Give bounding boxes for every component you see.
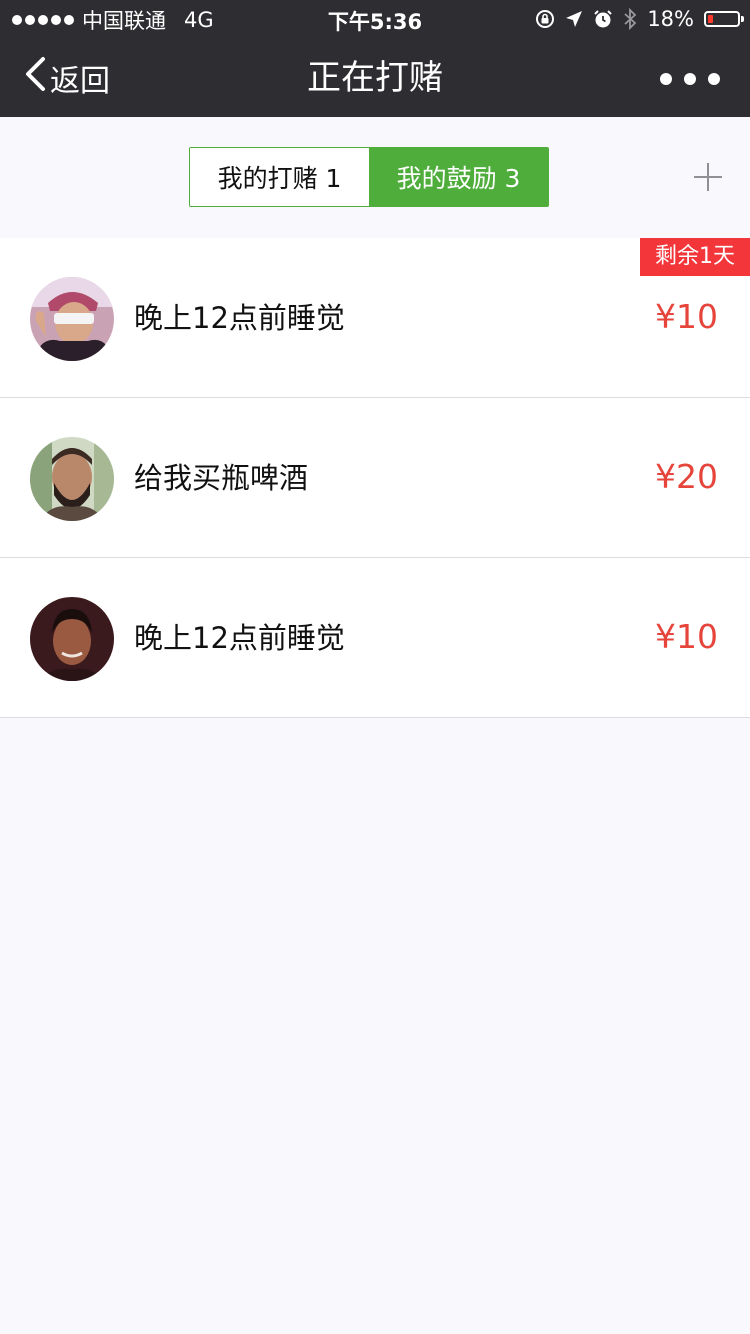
segment-area: 我的打赌 1 我的鼓励 3 bbox=[0, 117, 750, 238]
item-amount: ¥20 bbox=[655, 457, 718, 496]
bluetooth-icon bbox=[623, 8, 637, 30]
orientation-lock-icon bbox=[535, 9, 555, 29]
status-bar: 中国联通 4G 下午5:36 18% bbox=[0, 0, 750, 40]
bet-list: 晚上12点前睡觉 ¥10 剩余1天 给我买瓶啤酒 ¥20 晚上12点前睡觉 ¥1… bbox=[0, 238, 750, 718]
tab-my-encouragements[interactable]: 我的鼓励 3 bbox=[369, 148, 548, 206]
alarm-clock-icon bbox=[593, 9, 613, 29]
item-title: 晚上12点前睡觉 bbox=[134, 301, 345, 335]
item-amount: ¥10 bbox=[655, 297, 718, 336]
app-screen: 中国联通 4G 下午5:36 18% 返回 正在打赌 我的打赌 1 我的鼓励 3… bbox=[0, 0, 750, 1334]
tab-my-bets[interactable]: 我的打赌 1 bbox=[190, 148, 369, 206]
list-item[interactable]: 晚上12点前睡觉 ¥10 剩余1天 bbox=[0, 238, 750, 398]
item-title: 晚上12点前睡觉 bbox=[134, 621, 345, 655]
plus-icon[interactable] bbox=[694, 163, 722, 191]
item-amount: ¥10 bbox=[655, 617, 718, 656]
battery-fill bbox=[708, 15, 713, 23]
list-item[interactable]: 晚上12点前睡觉 ¥10 bbox=[0, 558, 750, 718]
location-arrow-icon bbox=[565, 10, 583, 28]
avatar bbox=[30, 597, 114, 681]
battery-icon bbox=[704, 11, 744, 27]
chevron-left-icon bbox=[24, 56, 46, 100]
page-title: 正在打赌 bbox=[307, 58, 443, 98]
list-item[interactable]: 给我买瓶啤酒 ¥20 bbox=[0, 398, 750, 558]
status-right: 18% bbox=[535, 6, 744, 32]
status-badge: 剩余1天 bbox=[640, 238, 750, 276]
battery-percent: 18% bbox=[647, 7, 694, 31]
avatar bbox=[30, 437, 114, 521]
nav-bar: 返回 正在打赌 bbox=[0, 40, 750, 117]
segmented-control: 我的打赌 1 我的鼓励 3 bbox=[189, 147, 549, 207]
more-dots-icon[interactable] bbox=[660, 64, 720, 94]
item-title: 给我买瓶啤酒 bbox=[134, 461, 309, 495]
back-button[interactable]: 返回 bbox=[24, 56, 110, 100]
avatar bbox=[30, 277, 114, 361]
back-label: 返回 bbox=[50, 64, 110, 99]
